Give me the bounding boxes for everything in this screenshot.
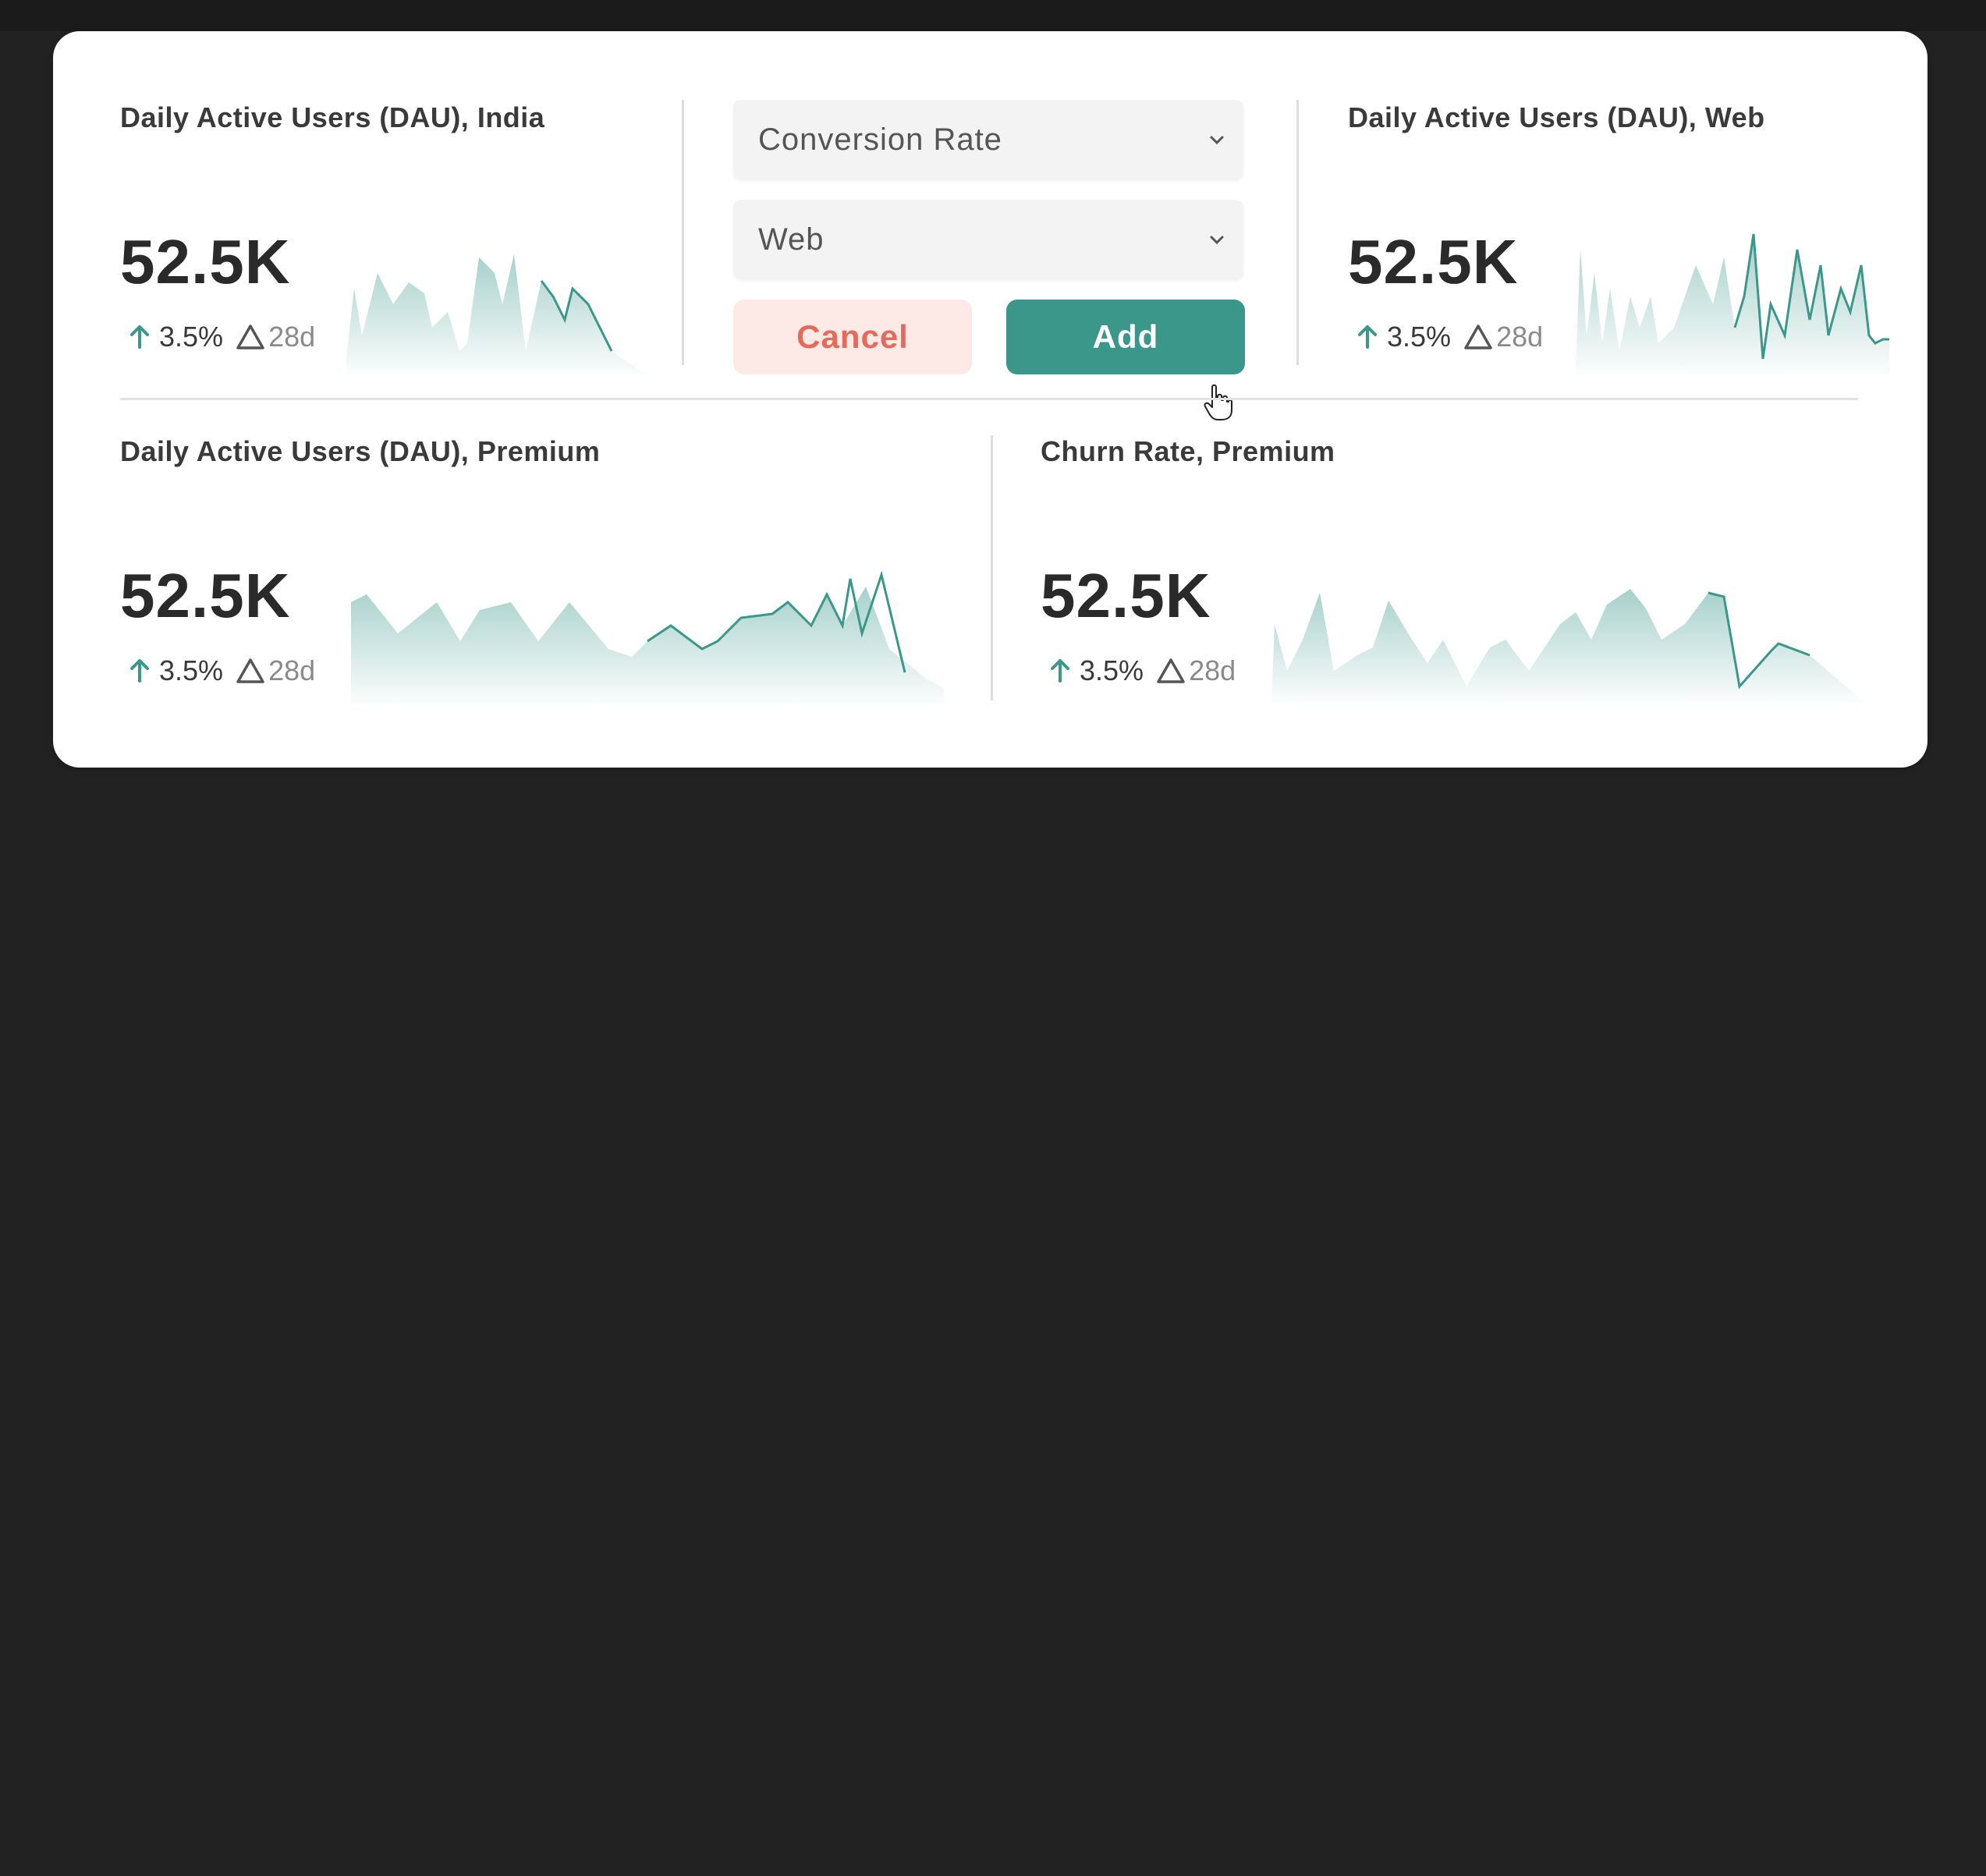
hand-pointer-icon (1204, 384, 1232, 420)
triangle-delta-icon (1157, 658, 1185, 683)
metric-delta: 3.5% 28d (1356, 320, 1543, 354)
triangle-delta-icon (1464, 324, 1492, 349)
metric-title: Churn Rate, Premium (1041, 435, 1335, 467)
row-divider (120, 398, 1858, 400)
metric-title: Daily Active Users (DAU), India (120, 101, 545, 133)
delta-percent: 3.5% (159, 654, 224, 686)
arrow-up-icon (1358, 325, 1377, 349)
delta-percent: 3.5% (1387, 321, 1452, 353)
metric-value: 52.5K (120, 227, 291, 296)
triangle-delta-icon (236, 324, 264, 349)
delta-period: 28d (268, 321, 316, 353)
metric-delta: 3.5% 28d (1048, 654, 1236, 688)
add-button[interactable]: Add (1006, 300, 1245, 374)
metric-value: 52.5K (1348, 227, 1519, 296)
metric-delta: 3.5% 28d (128, 654, 315, 688)
metric-select-value: Conversion Rate (758, 122, 1002, 157)
metric-value: 52.5K (1041, 561, 1211, 630)
sparkline-chart (1271, 589, 1864, 702)
delta-percent: 3.5% (1080, 654, 1144, 686)
column-divider (682, 100, 684, 365)
delta-period: 28d (1496, 321, 1544, 353)
column-divider (1296, 100, 1299, 365)
arrow-up-icon (130, 659, 149, 683)
metric-title: Daily Active Users (DAU), Web (1348, 101, 1765, 133)
column-divider (991, 435, 993, 700)
delta-percent: 3.5% (159, 321, 224, 353)
segment-select[interactable]: Web (733, 200, 1243, 279)
cancel-button[interactable]: Cancel (733, 300, 972, 374)
sparkline-chart (1576, 233, 1889, 374)
sparkline-chart (346, 254, 646, 374)
metric-delta: 3.5% 28d (128, 320, 315, 354)
window-top-bar (0, 0, 1986, 31)
sparkline-chart (351, 570, 944, 704)
metric-select[interactable]: Conversion Rate (733, 100, 1243, 179)
segment-select-value: Web (758, 222, 825, 257)
chevron-down-icon (1210, 236, 1224, 245)
arrow-up-icon (130, 325, 149, 349)
metric-title: Daily Active Users (DAU), Premium (120, 435, 601, 467)
metric-value: 52.5K (120, 561, 291, 630)
delta-period: 28d (1189, 654, 1236, 686)
arrow-up-icon (1051, 659, 1069, 683)
triangle-delta-icon (236, 658, 264, 683)
delta-period: 28d (268, 654, 316, 686)
chevron-down-icon (1210, 136, 1224, 145)
metrics-card: Daily Active Users (DAU), India 52.5K 3.… (53, 31, 1927, 768)
